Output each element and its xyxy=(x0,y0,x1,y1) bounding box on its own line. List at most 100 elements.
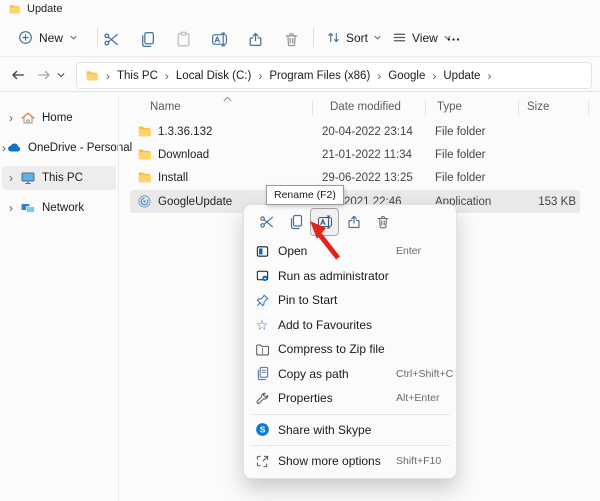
folder-icon xyxy=(137,147,152,161)
rename-icon xyxy=(211,31,228,48)
plus-circle-icon xyxy=(18,30,33,45)
delete-menu-button[interactable] xyxy=(368,208,397,236)
more-options-button[interactable] xyxy=(440,27,466,51)
menu-item-label: Add to Favourites xyxy=(278,318,372,332)
column-resize-handle[interactable] xyxy=(588,100,589,116)
breadcrumb-separator: › xyxy=(258,70,262,82)
sidebar-item-home[interactable]: › Home xyxy=(2,106,116,130)
network-icon xyxy=(20,200,36,216)
scissors-icon xyxy=(259,214,275,230)
sidebar-item-onedrive[interactable]: › OneDrive - Personal xyxy=(2,136,116,160)
breadcrumb-item-update[interactable]: Update xyxy=(443,70,480,82)
this-pc-monitor-icon xyxy=(20,170,36,186)
chevron-down-icon xyxy=(56,70,66,80)
column-resize-handle[interactable] xyxy=(518,100,519,116)
rename-button[interactable] xyxy=(206,27,232,51)
rename-icon xyxy=(317,214,333,230)
breadcrumb-item-google[interactable]: Google xyxy=(388,70,425,82)
share-icon xyxy=(346,214,362,230)
cut-button[interactable] xyxy=(98,27,124,51)
breadcrumb-separator: › xyxy=(377,70,381,82)
menu-item-pin-to-start[interactable]: Pin to Start xyxy=(244,288,456,313)
column-header-type[interactable]: Type xyxy=(437,101,462,113)
menu-item-open[interactable]: Open Enter xyxy=(244,239,456,264)
menu-item-shortcut: Shift+F10 xyxy=(396,455,441,467)
copy-icon xyxy=(139,31,156,48)
breadcrumb-separator: › xyxy=(432,70,436,82)
chevron-down-icon xyxy=(69,33,78,42)
copy-menu-button[interactable] xyxy=(281,208,310,236)
view-lines-icon xyxy=(392,30,407,45)
share-button[interactable] xyxy=(242,27,268,51)
paste-button[interactable] xyxy=(170,27,196,51)
new-button[interactable]: New xyxy=(14,25,82,50)
sidebar-item-label: Home xyxy=(42,112,73,124)
chevron-right-icon[interactable]: › xyxy=(2,171,20,185)
rename-tooltip: Rename (F2) xyxy=(266,185,344,205)
copy-button[interactable] xyxy=(134,27,160,51)
show-more-options-icon xyxy=(254,453,270,469)
recent-locations-button[interactable] xyxy=(53,66,69,84)
sidebar-item-this-pc[interactable]: › This PC xyxy=(2,166,116,190)
menu-item-shortcut: Ctrl+Shift+C xyxy=(396,368,453,380)
column-header-name[interactable]: Name xyxy=(150,101,181,113)
column-header-date-modified[interactable]: Date modified xyxy=(330,101,401,113)
file-date-modified: 21-01-2022 11:34 xyxy=(322,149,412,161)
menu-item-copy-as-path[interactable]: Copy as path Ctrl+Shift+C xyxy=(244,362,456,387)
cut-menu-button[interactable] xyxy=(252,208,281,236)
rename-menu-button[interactable] xyxy=(310,208,339,236)
file-type: File folder xyxy=(435,126,486,138)
menu-separator xyxy=(250,414,450,415)
column-resize-handle[interactable] xyxy=(425,100,426,116)
sort-button-label: Sort xyxy=(346,31,368,45)
scissors-icon xyxy=(103,31,120,48)
menu-item-label: Run as administrator xyxy=(278,269,389,283)
menu-item-properties[interactable]: Properties Alt+Enter xyxy=(244,386,456,411)
sort-ascending-indicator xyxy=(222,95,233,103)
pin-icon xyxy=(254,292,270,308)
open-window-icon xyxy=(254,243,270,259)
chevron-right-icon[interactable]: › xyxy=(2,201,20,215)
file-name: 1.3.36.132 xyxy=(158,126,212,138)
menu-item-share-with-skype[interactable]: S Share with Skype xyxy=(244,418,456,443)
tooltip-text: Rename (F2) xyxy=(274,189,336,201)
skype-icon: S xyxy=(254,422,270,438)
clipboard-icon xyxy=(175,31,192,48)
table-row[interactable]: Download 21-01-2022 11:34 File folder xyxy=(130,143,580,166)
file-name: GoogleUpdate xyxy=(158,196,232,208)
arrow-right-icon xyxy=(36,67,52,83)
menu-item-add-to-favourites[interactable]: ☆ Add to Favourites xyxy=(244,313,456,338)
share-menu-button[interactable] xyxy=(339,208,368,236)
sidebar-item-label: Network xyxy=(42,202,84,214)
menu-item-show-more-options[interactable]: Show more options Shift+F10 xyxy=(244,449,456,474)
window-titlebar: Update xyxy=(0,0,600,18)
menu-item-run-as-administrator[interactable]: Run as administrator xyxy=(244,264,456,289)
zip-folder-icon xyxy=(254,341,270,357)
new-button-label: New xyxy=(39,31,63,45)
menu-item-label: Properties xyxy=(278,391,333,405)
pane-divider xyxy=(118,96,119,501)
folder-icon xyxy=(85,69,99,82)
back-button[interactable] xyxy=(7,66,29,84)
wrench-icon xyxy=(254,390,270,406)
ellipsis-icon xyxy=(446,32,461,47)
sort-button[interactable]: Sort xyxy=(322,25,386,50)
column-header-size[interactable]: Size xyxy=(527,101,549,113)
breadcrumb-item-local-disk[interactable]: Local Disk (C:) xyxy=(176,70,251,82)
sidebar-item-network[interactable]: › Network xyxy=(2,196,116,220)
delete-button[interactable] xyxy=(278,27,304,51)
column-resize-handle[interactable] xyxy=(312,100,313,116)
breadcrumb-item-this-pc[interactable]: This PC xyxy=(117,70,158,82)
share-icon xyxy=(247,31,264,48)
table-row[interactable]: 1.3.36.132 20-04-2022 23:14 File folder xyxy=(130,120,580,143)
menu-item-label: Show more options xyxy=(278,454,381,468)
breadcrumb-item-program-files[interactable]: Program Files (x86) xyxy=(269,70,370,82)
table-row[interactable]: Install 29-06-2022 13:25 File folder xyxy=(130,166,580,189)
forward-button[interactable] xyxy=(33,66,55,84)
file-name: Download xyxy=(158,149,209,161)
chevron-right-icon[interactable]: › xyxy=(2,111,20,125)
star-icon: ☆ xyxy=(254,317,270,333)
breadcrumb[interactable]: › This PC › Local Disk (C:) › Program Fi… xyxy=(76,62,592,89)
chevron-down-icon xyxy=(373,33,382,42)
menu-item-compress-to-zip[interactable]: Compress to Zip file xyxy=(244,337,456,362)
